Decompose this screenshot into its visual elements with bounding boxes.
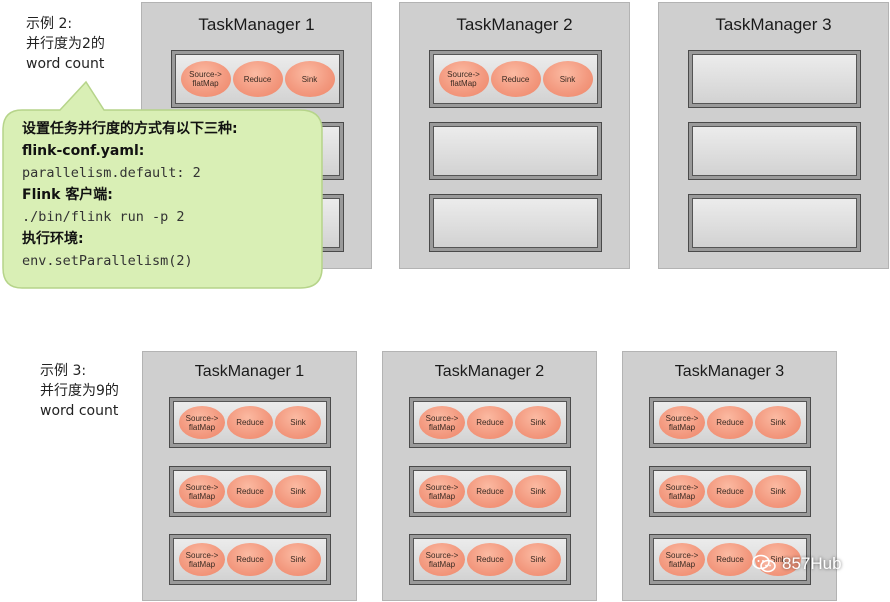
operator-reduce: Reduce xyxy=(227,543,273,576)
example3-label-line: word count xyxy=(40,403,119,419)
operator-reduce: Reduce xyxy=(467,475,513,508)
operator-sink: Sink xyxy=(515,475,561,508)
wechat-icon xyxy=(752,554,776,573)
operator-source-flatmap: Source-> flatMap xyxy=(179,406,225,439)
operator-sink: Sink xyxy=(275,543,321,576)
task-slot: Source-> flatMap Reduce Sink xyxy=(429,50,602,108)
task-slot xyxy=(688,194,861,252)
example3-label: 示例 3: 并行度为9的 word count xyxy=(40,361,119,421)
task-slot xyxy=(688,122,861,180)
task-slot: Source-> flatMap Reduce Sink xyxy=(649,466,811,517)
task-slot: Source-> flatMap Reduce Sink xyxy=(649,397,811,448)
operator-source-flatmap: Source-> flatMap xyxy=(419,475,465,508)
task-slot: Source-> flatMap Reduce Sink xyxy=(409,534,571,585)
task-slot xyxy=(429,194,602,252)
operator-source-flatmap: Source-> flatMap xyxy=(659,406,705,439)
client-code: ./bin/flink run -p 2 xyxy=(22,209,185,225)
task-slot xyxy=(688,50,861,108)
operator-source-flatmap: Source-> flatMap xyxy=(419,406,465,439)
operator-source-flatmap: Source-> flatMap xyxy=(438,61,489,97)
operator-sink: Sink xyxy=(542,61,593,97)
taskmanager-title: TaskManager 1 xyxy=(194,363,305,380)
operator-sink: Sink xyxy=(755,406,801,439)
operator-reduce: Reduce xyxy=(227,475,273,508)
operator-reduce: Reduce xyxy=(707,543,753,576)
operator-source-flatmap: Source-> flatMap xyxy=(179,475,225,508)
operator-source-flatmap: Source-> flatMap xyxy=(659,475,705,508)
operator-sink: Sink xyxy=(275,475,321,508)
task-slot: Source-> flatMap Reduce Sink xyxy=(169,534,331,585)
config-file-code: parallelism.default: 2 xyxy=(22,165,201,181)
operator-source-flatmap: Source-> flatMap xyxy=(659,543,705,576)
taskmanager-title: TaskManager 3 xyxy=(715,15,832,34)
watermark: 857Hub xyxy=(752,554,842,574)
example2-taskmanager-3: TaskManager 3 xyxy=(658,2,889,269)
example3-taskmanager-2: TaskManager 2 Source-> flatMap Reduce Sink… xyxy=(382,351,597,601)
operator-source-flatmap: Source-> flatMap xyxy=(419,543,465,576)
task-slot xyxy=(429,122,602,180)
example3-label-line: 并行度为9的 xyxy=(40,383,119,399)
task-slot: Source-> flatMap Reduce Sink xyxy=(409,397,571,448)
taskmanager-title: TaskManager 3 xyxy=(674,363,785,380)
callout-heading: 设置任务并行度的方式有以下三种: xyxy=(22,121,238,137)
operator-source-flatmap: Source-> flatMap xyxy=(179,543,225,576)
operator-reduce: Reduce xyxy=(467,543,513,576)
operator-sink: Sink xyxy=(515,406,561,439)
operator-sink: Sink xyxy=(515,543,561,576)
operator-reduce: Reduce xyxy=(227,406,273,439)
example3-taskmanager-1: TaskManager 1 Source-> flatMap Reduce Sink… xyxy=(142,351,357,601)
example2-taskmanager-2: TaskManager 2 Source-> flatMap Reduce Sink xyxy=(399,2,630,269)
operator-reduce: Reduce xyxy=(467,406,513,439)
parallelism-callout: 设置任务并行度的方式有以下三种: flink-conf.yaml: parall… xyxy=(0,0,340,300)
taskmanager-title: TaskManager 2 xyxy=(434,363,545,380)
env-label: 执行环境: xyxy=(22,231,84,247)
env-code: env.setParallelism(2) xyxy=(22,253,193,269)
callout-text: 设置任务并行度的方式有以下三种: flink-conf.yaml: parall… xyxy=(22,118,238,272)
taskmanager-title: TaskManager 2 xyxy=(456,15,573,34)
operator-sink: Sink xyxy=(275,406,321,439)
client-label: Flink 客户端: xyxy=(22,187,113,203)
task-slot: Source-> flatMap Reduce Sink xyxy=(409,466,571,517)
watermark-text: 857Hub xyxy=(782,554,842,573)
task-slot: Source-> flatMap Reduce Sink xyxy=(169,466,331,517)
example3-label-line: 示例 3: xyxy=(40,363,87,379)
operator-reduce: Reduce xyxy=(707,475,753,508)
operator-reduce: Reduce xyxy=(490,61,541,97)
operator-reduce: Reduce xyxy=(707,406,753,439)
config-file-label: flink-conf.yaml: xyxy=(22,143,145,159)
operator-sink: Sink xyxy=(755,475,801,508)
task-slot: Source-> flatMap Reduce Sink xyxy=(169,397,331,448)
